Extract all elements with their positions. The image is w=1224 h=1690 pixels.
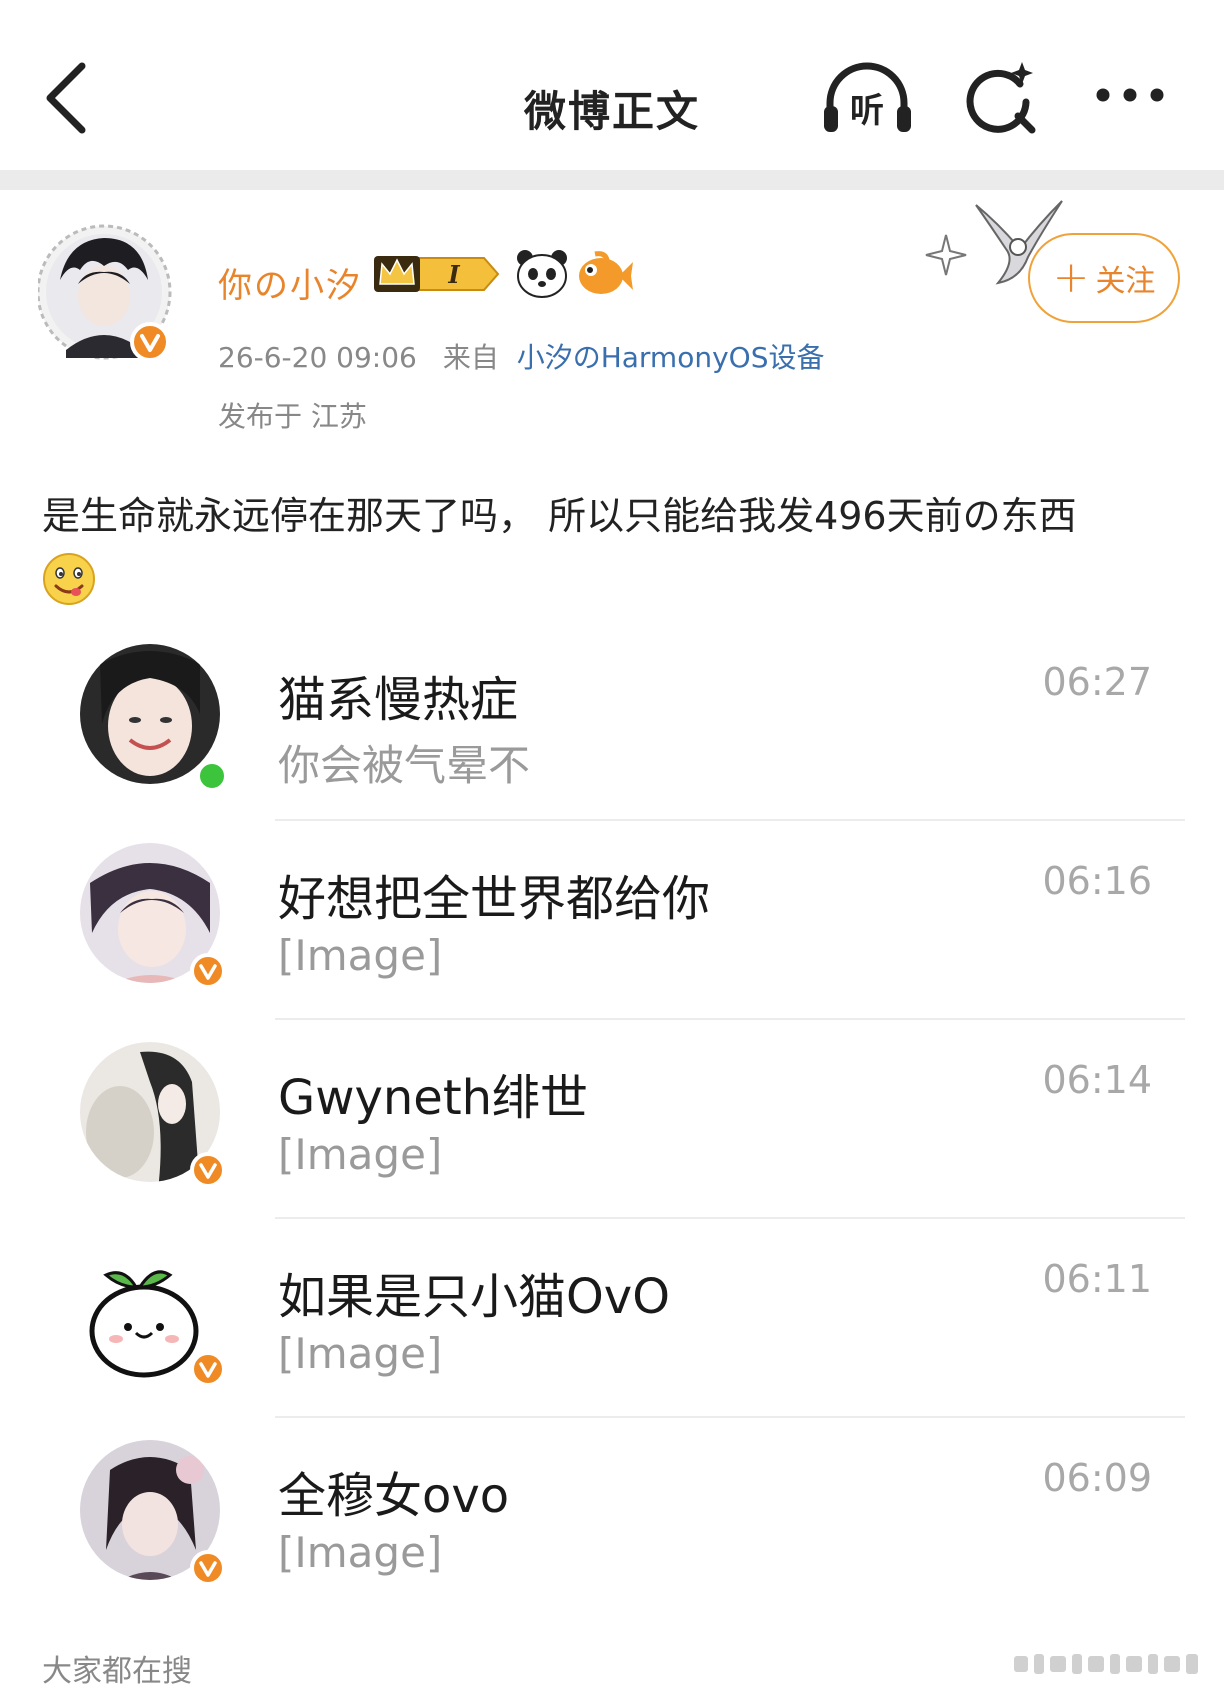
section-divider [0, 170, 1224, 190]
verified-badge-icon [130, 322, 170, 362]
post-source-link[interactable]: 小汐のHarmonyOS设备 [517, 341, 825, 374]
more-button[interactable] [1088, 70, 1178, 120]
panda-icon [515, 248, 569, 300]
chat-avatar[interactable] [80, 1440, 228, 1588]
chat-avatar[interactable] [80, 1042, 228, 1190]
chat-message: [Image] [278, 1528, 443, 1577]
post-meta: 26-6-20 09:06 来自 小汐のHarmonyOS设备 [218, 336, 824, 376]
row-divider [275, 1416, 1185, 1418]
drooling-smile-emoji-icon [42, 552, 96, 606]
chat-row[interactable]: 如果是只小猫OvO [Image] 06:11 [0, 1237, 1224, 1436]
chat-time: 06:14 [1042, 1058, 1152, 1102]
chat-message: [Image] [278, 931, 443, 980]
chat-time: 06:16 [1042, 859, 1152, 903]
follow-button[interactable]: + 关注 [1028, 233, 1180, 323]
plus-icon: + [1052, 252, 1090, 303]
watermark-dots-icon [1010, 1650, 1210, 1678]
verified-badge-icon [190, 1550, 226, 1586]
chat-name: Gwyneth绯世 [278, 1070, 589, 1126]
source-prefix: 来自 [442, 341, 499, 374]
svg-text:听: 听 [850, 91, 884, 131]
headphone-icon: 听 [824, 62, 911, 132]
top-bar: 微博正文 听 [0, 0, 1224, 170]
chat-avatar[interactable] [80, 1241, 228, 1389]
svg-text:I: I [447, 260, 460, 289]
author-avatar[interactable] [36, 222, 178, 372]
author-name[interactable]: 你の小汐 [218, 258, 362, 307]
chat-name: 猫系慢热症 [278, 672, 519, 728]
avatar-image [36, 224, 172, 362]
ai-search-icon [966, 62, 1036, 134]
row-divider [275, 1018, 1185, 1020]
chat-row[interactable]: Gwyneth绯世 [Image] 06:14 [0, 1038, 1224, 1237]
chat-avatar[interactable] [80, 644, 228, 792]
listen-button[interactable]: 听 [820, 58, 915, 138]
chat-name: 好想把全世界都给你 [278, 871, 711, 927]
chat-row[interactable]: 好想把全世界都给你 [Image] 06:16 [0, 839, 1224, 1038]
row-divider [275, 1217, 1185, 1219]
verified-badge-icon [190, 1152, 226, 1188]
chat-time: 06:11 [1042, 1257, 1152, 1301]
online-status-icon [196, 760, 228, 792]
chat-time: 06:09 [1042, 1456, 1152, 1500]
chat-avatar[interactable] [80, 843, 228, 991]
post-location: 发布于 江苏 [218, 400, 367, 433]
post-timestamp: 26-6-20 09:06 [218, 341, 417, 374]
verified-badge-icon [190, 953, 226, 989]
verified-badge-icon [190, 1351, 226, 1387]
more-dots-icon [1096, 88, 1164, 102]
trending-search-label: 大家都在搜 [42, 1654, 192, 1689]
post-text: 是生命就永远停在那天了吗， 所以只能给我发496天前の东西 [42, 494, 1077, 538]
goldfish-icon [575, 250, 635, 298]
row-divider [275, 819, 1185, 821]
chat-message: [Image] [278, 1329, 443, 1378]
chat-row[interactable]: 猫系慢热症 你会被气晕不 06:27 [0, 640, 1224, 839]
search-button[interactable] [962, 58, 1042, 138]
chat-row[interactable]: 全穆女ovo [Image] 06:09 [0, 1436, 1224, 1635]
vip-crown-badge: I [372, 250, 502, 298]
follow-label: 关注 [1095, 264, 1156, 299]
chat-message: 你会被气晕不 [278, 741, 531, 790]
chat-time: 06:27 [1042, 660, 1152, 704]
chat-message: [Image] [278, 1130, 443, 1179]
chat-name: 全穆女ovo [278, 1468, 510, 1524]
chat-name: 如果是只小猫OvO [278, 1269, 670, 1325]
